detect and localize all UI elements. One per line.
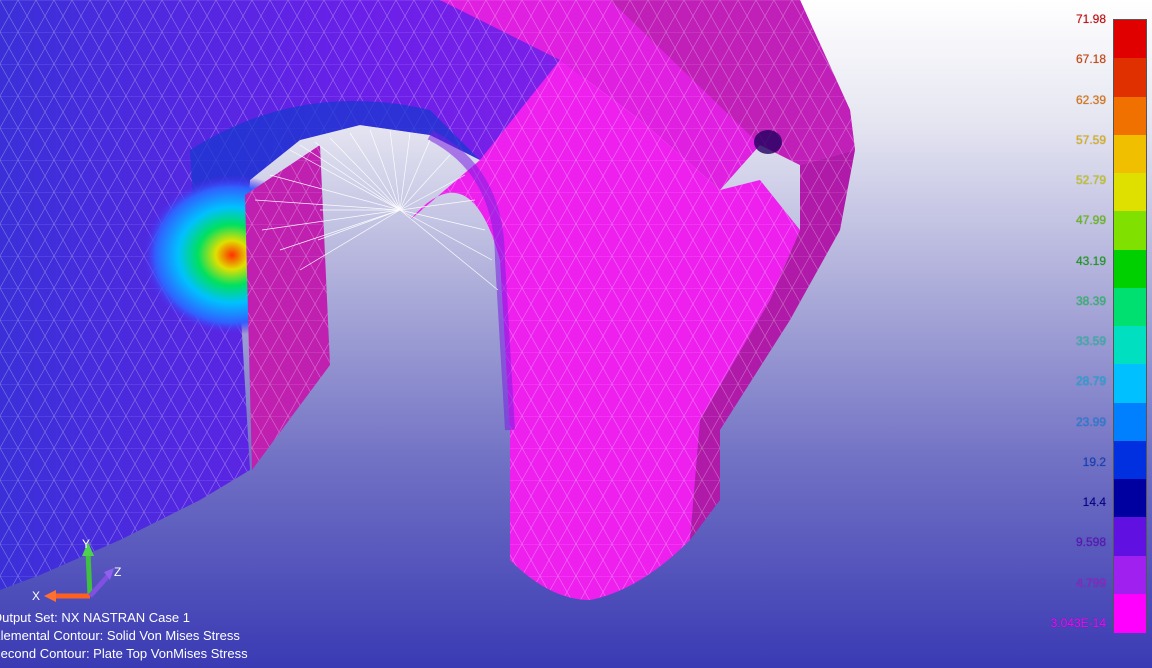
legend-color-segment — [1114, 96, 1146, 136]
legend-color-segment — [1114, 58, 1146, 98]
axis-triad: Y X Z — [32, 537, 121, 603]
legend-value-label: 43.19 — [1075, 253, 1106, 268]
legend-value-label: 33.59 — [1075, 334, 1106, 349]
legend-value-label: 9.598 — [1075, 535, 1106, 550]
legend-value-label: 3.043E-14 — [1050, 616, 1106, 630]
legend-value-label: 47.99 — [1075, 213, 1106, 228]
contour-legend-bar — [1113, 19, 1147, 633]
output-set-text: Output Set: NX NASTRAN Case 1 — [0, 610, 190, 625]
legend-color-segment — [1114, 134, 1146, 174]
legend-value-label: 38.39 — [1075, 293, 1106, 308]
legend-value-label: 57.59 — [1075, 132, 1106, 147]
legend-color-segment — [1114, 364, 1146, 404]
legend-value-label: 14.4 — [1082, 495, 1106, 510]
legend-value-label: 67.18 — [1075, 52, 1106, 67]
legend-value-label: 4.799 — [1075, 575, 1106, 590]
triad-y-label: Y — [82, 537, 90, 551]
legend-color-segment — [1114, 20, 1146, 60]
legend-color-segment — [1114, 173, 1146, 213]
graphics-viewport[interactable]: 71.98 67.18 62.39 57.59 52.79 47.99 43.19 38.39… — [0, 0, 1152, 668]
legend-color-segment — [1114, 326, 1146, 366]
legend-value-label: 62.39 — [1075, 92, 1106, 107]
triad-x-label: X — [32, 589, 40, 603]
legend-value-label: 23.99 — [1075, 414, 1106, 429]
legend-value-label: 71.98 — [1075, 12, 1106, 26]
legend-color-segment — [1114, 440, 1146, 480]
legend-color-segment — [1114, 287, 1146, 327]
triad-z-label: Z — [114, 565, 121, 579]
elemental-contour-text: Elemental Contour: Solid Von Mises Stres… — [0, 628, 240, 643]
legend-color-segment — [1114, 249, 1146, 289]
legend-color-segment — [1114, 593, 1146, 633]
legend-value-label: 52.79 — [1075, 173, 1106, 188]
legend-color-segment — [1114, 517, 1146, 557]
legend-color-segment — [1114, 402, 1146, 442]
legend-color-segment — [1114, 555, 1146, 595]
legend-color-segment — [1114, 211, 1146, 251]
second-contour-text: Second Contour: Plate Top VonMises Stres… — [0, 646, 248, 661]
legend-color-segment — [1114, 479, 1146, 519]
fe-model-view[interactable] — [0, 0, 1152, 668]
legend-value-label: 28.79 — [1075, 374, 1106, 389]
legend-value-label: 19.2 — [1082, 454, 1106, 469]
